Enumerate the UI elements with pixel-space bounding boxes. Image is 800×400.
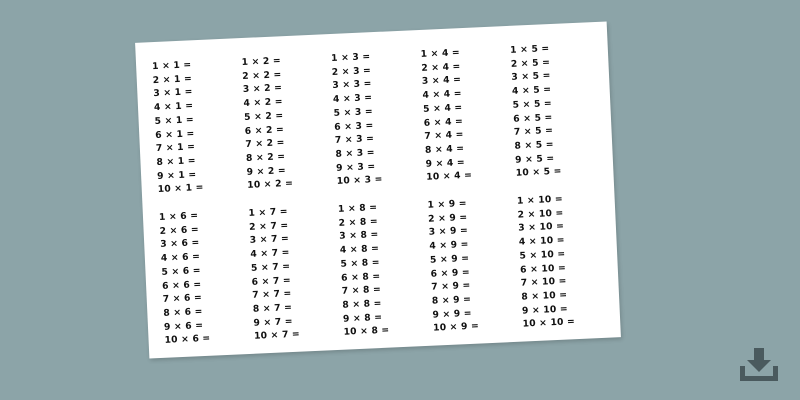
table-row: 10 × 5 = bbox=[515, 165, 562, 180]
times-table-5: 1 × 5 = 2 × 5 = 3 × 5 = 4 × 5 = 5 × 5 = … bbox=[510, 40, 606, 185]
table-row: 10 × 1 = bbox=[157, 182, 204, 196]
download-button[interactable] bbox=[738, 347, 780, 383]
times-table-8: 1 × 8 = 2 × 8 = 3 × 8 = 4 × 8 = 5 × 8 = … bbox=[338, 199, 434, 344]
table-row: 10 × 8 = bbox=[343, 324, 390, 339]
worksheet-sheet: 1 × 1 = 2 × 1 = 3 × 1 = 4 × 1 = 5 × 1 = … bbox=[135, 21, 621, 359]
table-row: 10 × 3 = bbox=[336, 174, 383, 188]
table-row: 10 × 7 = bbox=[253, 329, 301, 343]
times-table-6: 1 × 6 = 2 × 6 = 3 × 6 = 4 × 6 = 5 × 6 = … bbox=[159, 207, 255, 352]
table-row: 10 × 9 = bbox=[432, 320, 480, 334]
table-row: 10 × 2 = bbox=[247, 178, 294, 192]
download-icon bbox=[740, 348, 778, 381]
times-table-3: 1 × 3 = 2 × 3 = 3 × 3 = 4 × 3 = 5 × 3 = … bbox=[331, 48, 427, 193]
times-table-7: 1 × 7 = 2 × 7 = 3 × 7 = 4 × 7 = 5 × 7 = … bbox=[248, 203, 344, 348]
times-tables-grid: 1 × 1 = 2 × 1 = 3 × 1 = 4 × 1 = 5 × 1 = … bbox=[152, 40, 613, 352]
table-row: 10 × 10 = bbox=[522, 316, 576, 330]
table-row: 10 × 4 = bbox=[426, 170, 473, 184]
times-table-1: 1 × 1 = 2 × 1 = 3 × 1 = 4 × 1 = 5 × 1 = … bbox=[152, 56, 248, 201]
times-table-2: 1 × 2 = 2 × 2 = 3 × 2 = 4 × 2 = 5 × 2 = … bbox=[241, 52, 337, 197]
times-table-9: 1 × 9 = 2 × 9 = 3 × 9 = 4 × 9 = 5 × 9 = … bbox=[427, 195, 523, 340]
table-row: 10 × 6 = bbox=[164, 333, 211, 347]
times-table-10: 1 × 10 = 2 × 10 = 3 × 10 = 4 × 10 = 5 × … bbox=[517, 191, 613, 336]
times-table-4: 1 × 4 = 2 × 4 = 3 × 4 = 4 × 4 = 5 × 4 = … bbox=[420, 44, 516, 189]
